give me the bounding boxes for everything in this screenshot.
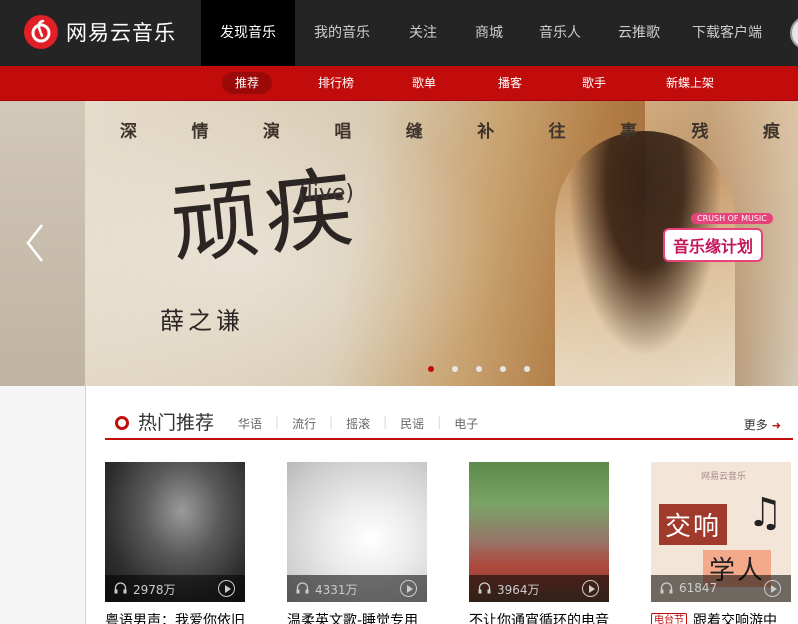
logo-text: 网易云音乐	[66, 21, 176, 45]
topnav-cloud-promo[interactable]: 云推歌	[599, 0, 679, 66]
more-link[interactable]: 更多 ➜	[744, 416, 781, 433]
subnav-artists[interactable]: 歌手	[569, 72, 619, 94]
logo[interactable]: 网易云音乐	[24, 15, 176, 49]
banner-lyric-line: 深 情 演 唱 缝 补 往 事 残 痕	[120, 122, 780, 142]
playlist-card: 网易云音乐 交响 学人 ♫ 61847 电台节 跟着交响游中	[651, 462, 791, 624]
playlist-cover[interactable]: 2978万	[105, 462, 245, 602]
headphones-icon	[478, 582, 491, 594]
genre-tag[interactable]: 流行	[292, 415, 316, 432]
play-count: 3964万	[497, 583, 540, 597]
topnav-discover[interactable]: 发现音乐	[201, 0, 295, 66]
banner-badge: CRUSH OF MUSIC 音乐缘计划	[663, 213, 798, 263]
section-title[interactable]: 热门推荐	[138, 408, 214, 435]
play-icon[interactable]	[218, 580, 235, 597]
carousel-prev-icon[interactable]	[20, 221, 50, 265]
top-nav: 发现音乐 我的音乐 关注 商城 音乐人 云推歌 下载客户端	[201, 0, 775, 66]
topnav-follow[interactable]: 关注	[389, 0, 457, 66]
cover-watermark: 网易云音乐	[701, 472, 747, 482]
carousel-dot[interactable]	[476, 366, 482, 372]
banner-live-label: (live)	[298, 181, 354, 206]
playlist-cover[interactable]: 3964万	[469, 462, 609, 602]
play-icon[interactable]	[400, 580, 417, 597]
playlist-card: 2978万 粤语男声：我爱你依旧	[105, 462, 245, 624]
subnav-playlists[interactable]: 歌单	[399, 72, 449, 94]
carousel-dots	[428, 366, 548, 372]
banner-title: 顽疾	[165, 155, 364, 278]
playlist-title[interactable]: 温柔英文歌-睡觉专用	[287, 610, 427, 624]
play-icon[interactable]	[764, 580, 781, 597]
sub-nav: 推荐 排行榜 歌单 播客 歌手 新蝶上架	[0, 66, 798, 101]
playlist-cover[interactable]: 网易云音乐 交响 学人 ♫ 61847	[651, 462, 791, 602]
hot-recommend-header: 热门推荐 华语 | 流行 | 摇滚 | 民谣 | 电子 更多 ➜	[105, 405, 793, 440]
subnav-new-albums[interactable]: 新蝶上架	[653, 72, 727, 94]
arrow-right-icon: ➜	[771, 419, 781, 432]
topnav-mall[interactable]: 商城	[457, 0, 521, 66]
topnav-download-client[interactable]: 下载客户端	[679, 0, 775, 66]
banner-artist: 薛之谦	[160, 307, 244, 335]
subnav-recommend[interactable]: 推荐	[222, 72, 273, 94]
playlist-title[interactable]: 粤语男声：我爱你依旧	[105, 610, 245, 624]
carousel-dot[interactable]	[428, 366, 434, 372]
playlist-cover[interactable]: 4331万	[287, 462, 427, 602]
genre-tag[interactable]: 电子	[454, 415, 478, 432]
carousel-dot[interactable]	[524, 366, 530, 372]
headphones-icon	[660, 582, 673, 594]
play-count: 61847	[679, 581, 718, 595]
cover-text: 交响	[659, 504, 728, 545]
playlist-card: 3964万 不让你通宵循环的电音	[469, 462, 609, 624]
topnav-my-music[interactable]: 我的音乐	[295, 0, 389, 66]
playlist-title[interactable]: 不让你通宵循环的电音	[469, 610, 609, 624]
genre-tags: 华语 | 流行 | 摇滚 | 民谣 | 电子	[238, 415, 479, 432]
genre-tag[interactable]: 华语	[238, 415, 262, 432]
radio-badge: 电台节	[651, 613, 687, 624]
play-icon[interactable]	[582, 580, 599, 597]
netease-music-logo-icon	[24, 15, 58, 49]
playlist-card: 4331万 温柔英文歌-睡觉专用	[287, 462, 427, 624]
music-note-icon: ♫	[747, 490, 783, 536]
genre-tag[interactable]: 民谣	[400, 415, 424, 432]
subnav-podcasts[interactable]: 播客	[485, 72, 535, 94]
subnav-charts[interactable]: 排行榜	[305, 72, 367, 94]
avatar[interactable]	[790, 16, 798, 50]
carousel-dot[interactable]	[500, 366, 506, 372]
playlist-title[interactable]: 电台节 跟着交响游中	[651, 610, 791, 624]
circle-icon	[115, 416, 129, 430]
banner-carousel[interactable]: 深 情 演 唱 缝 补 往 事 残 痕 顽疾 (live) 薛之谦 CRUSH …	[0, 101, 798, 386]
headphones-icon	[114, 582, 127, 594]
genre-tag[interactable]: 摇滚	[346, 415, 370, 432]
play-count: 4331万	[315, 583, 358, 597]
carousel-dot[interactable]	[452, 366, 458, 372]
play-count: 2978万	[133, 583, 176, 597]
topnav-musician[interactable]: 音乐人	[521, 0, 599, 66]
top-navbar: 网易云音乐 发现音乐 我的音乐 关注 商城 音乐人 云推歌 下载客户端	[0, 0, 798, 66]
headphones-icon	[296, 582, 309, 594]
